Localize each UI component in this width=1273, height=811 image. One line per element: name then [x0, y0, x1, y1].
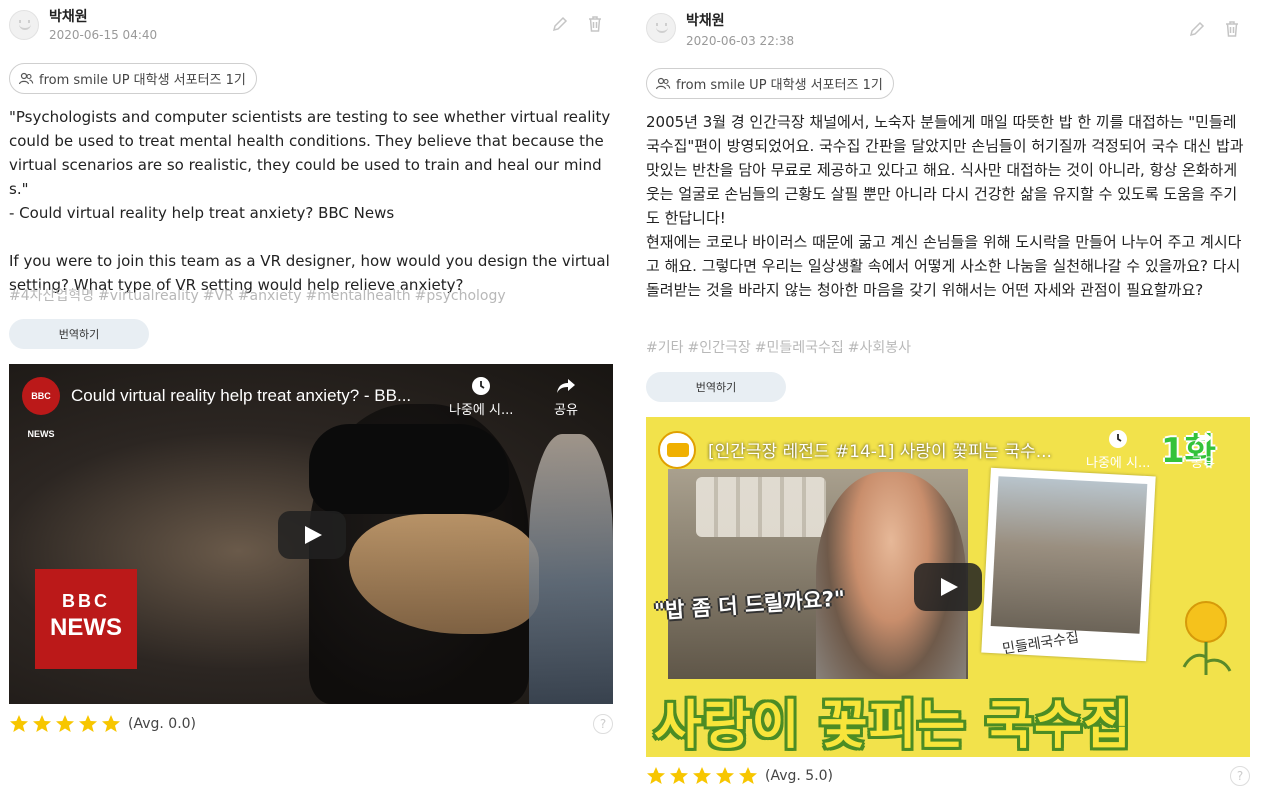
tag[interactable]: #mentalhealth [306, 288, 411, 304]
video-title[interactable]: Could virtual reality help treat anxiety… [71, 386, 411, 406]
tag-list: #4차산업혁명 #virtualreality #VR #anxiety #mental… [9, 285, 510, 305]
trash-icon[interactable] [1222, 19, 1242, 39]
star-icon[interactable] [715, 766, 735, 786]
banner-text: 사랑이 꽃피는 국수집 [654, 696, 1132, 756]
users-icon [655, 77, 671, 89]
bbc-news-logo: BBC NEWS [35, 569, 137, 669]
tag[interactable]: #인간극장 [688, 340, 751, 356]
star-icon[interactable] [101, 714, 121, 734]
star-icon[interactable] [692, 766, 712, 786]
star-icon[interactable] [32, 714, 52, 734]
video-scene-bowls [696, 477, 826, 537]
video-embed[interactable]: BBC NEWS Could virtual reality help trea… [9, 364, 613, 704]
share-label: 공유 [554, 403, 578, 418]
author-name[interactable]: 박채원 [686, 10, 725, 30]
post-body: "Psychologists and computer scientists a… [9, 108, 611, 294]
watch-later-button[interactable]: 나중에 시... [1086, 429, 1150, 471]
play-button[interactable] [914, 563, 982, 611]
help-icon[interactable]: ? [593, 714, 613, 734]
clock-icon [472, 377, 491, 395]
video-scene-bystander [529, 434, 613, 704]
tag[interactable]: #기타 [646, 340, 684, 356]
post-card: 박채원 2020-06-03 22:38 from smile UP 대학생 서… [646, 0, 1250, 811]
source-chip[interactable]: from smile UP 대학생 서포터즈 1기 [646, 68, 894, 99]
tag[interactable]: #4차산업혁명 [9, 288, 94, 304]
tag[interactable]: #psychology [415, 288, 506, 304]
edit-icon[interactable] [1187, 19, 1207, 39]
rating[interactable]: (Avg. 5.0) [646, 766, 833, 786]
share-label: 공유 [1191, 456, 1215, 471]
share-icon [1193, 432, 1212, 446]
users-icon [18, 72, 34, 84]
channel-avatar[interactable]: BBC NEWS [22, 377, 60, 439]
tag[interactable]: #민들레국수집 [755, 340, 844, 356]
rating[interactable]: (Avg. 0.0) [9, 714, 196, 734]
share-button[interactable]: 공유 [554, 376, 578, 418]
tag[interactable]: #VR [203, 288, 234, 304]
dandelion-icon [1182, 601, 1232, 675]
star-icon[interactable] [646, 766, 666, 786]
post-date: 2020-06-03 22:38 [686, 34, 795, 48]
watch-later-button[interactable]: 나중에 시... [449, 376, 513, 418]
video-banner: 사랑이 꽃피는 국수집 [646, 679, 1250, 757]
translate-button[interactable]: 번역하기 [646, 372, 786, 402]
share-icon [556, 379, 575, 393]
video-embed[interactable]: 민들레국수집 "밥 좀 더 드릴까요?" [인간극장 레전드 #14-1] 사랑… [646, 417, 1250, 757]
help-icon[interactable]: ? [1230, 766, 1250, 786]
watch-later-label: 나중에 시... [449, 403, 514, 418]
avatar[interactable] [646, 13, 676, 43]
star-icon[interactable] [9, 714, 29, 734]
post-card: 박채원 2020-06-15 04:40 from smile UP 대학생 서… [9, 0, 613, 811]
avatar[interactable] [9, 10, 39, 40]
tag[interactable]: #anxiety [238, 288, 302, 304]
star-icon[interactable] [669, 766, 689, 786]
sign-text: 민들레국수집 [1001, 629, 1081, 658]
play-button[interactable] [278, 511, 346, 559]
star-icon[interactable] [55, 714, 75, 734]
star-icon[interactable] [738, 766, 758, 786]
rating-average: (Avg. 5.0) [765, 768, 834, 784]
clock-icon [1109, 430, 1128, 448]
star-icon[interactable] [78, 714, 98, 734]
translate-button[interactable]: 번역하기 [9, 319, 149, 349]
trash-icon[interactable] [585, 14, 605, 34]
tag[interactable]: #사회봉사 [848, 340, 911, 356]
tag[interactable]: #virtualreality [98, 288, 199, 304]
post-body: 2005년 3월 경 인간극장 채널에서, 노숙자 분들에게 매일 따뜻한 밥 … [646, 113, 1244, 299]
watch-later-label: 나중에 시... [1086, 456, 1151, 471]
video-title[interactable]: [인간극장 레전드 #14-1] 사랑이 꽃피는 국수... [708, 437, 1052, 462]
channel-avatar[interactable] [658, 431, 696, 469]
tag-list: #기타 #인간극장 #민들레국수집 #사회봉사 [646, 337, 915, 357]
author-name[interactable]: 박채원 [49, 6, 88, 26]
edit-icon[interactable] [550, 14, 570, 34]
video-scene-photo: 민들레국수집 [981, 467, 1156, 662]
source-chip[interactable]: from smile UP 대학생 서포터즈 1기 [9, 63, 257, 94]
rating-average: (Avg. 0.0) [128, 716, 197, 732]
share-button[interactable]: 공유 [1191, 429, 1215, 471]
post-date: 2020-06-15 04:40 [49, 28, 158, 42]
source-label: from smile UP 대학생 서포터즈 1기 [676, 78, 883, 93]
source-label: from smile UP 대학생 서포터즈 1기 [39, 73, 246, 88]
video-scene-headset [309, 424, 509, 514]
